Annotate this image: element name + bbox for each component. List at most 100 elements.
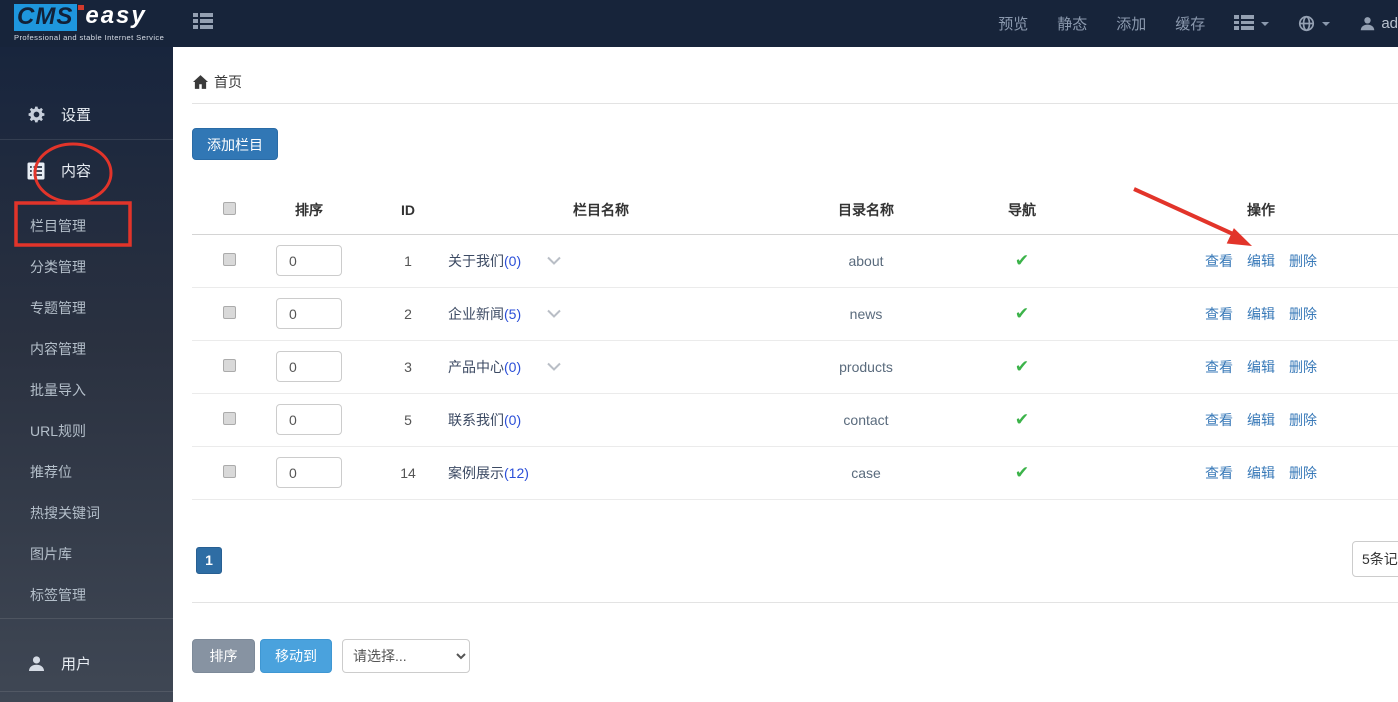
expand-chevron-down-icon[interactable] [547,309,561,318]
sidebar-item-label: URL规则 [30,422,87,439]
user-icon [1359,15,1376,32]
nav-item-4[interactable]: 缓存 [1175,13,1205,34]
sort-order-input[interactable] [276,298,342,329]
table-body: 1关于我们(0)about✔查看编辑删除2企业新闻(5)news✔查看编辑删除3… [192,234,1398,500]
view-link[interactable]: 查看 [1205,359,1233,375]
sidebar-item-14[interactable]: 用户 [0,643,173,684]
globe-icon [1298,15,1315,32]
column-count-link[interactable]: (5) [504,306,521,322]
language-dropdown[interactable] [1298,15,1331,32]
sidebar-item-label: 推荐位 [30,463,72,480]
expand-chevron-down-icon[interactable] [547,256,561,265]
column-name-link[interactable]: 产品中心 [448,357,504,377]
view-link[interactable]: 查看 [1205,306,1233,322]
sidebar-item-3[interactable]: 栏目管理 [0,205,173,246]
person-icon [26,654,46,674]
home-icon [193,75,208,89]
delete-link[interactable]: 删除 [1289,359,1317,375]
nav-item-1[interactable]: 预览 [998,13,1028,34]
sidebar-item-4[interactable]: 分类管理 [0,246,173,287]
sidebar-item-7[interactable]: 批量导入 [0,369,173,410]
row-checkbox[interactable] [223,305,236,319]
sidebar-item-8[interactable]: URL规则 [0,410,173,451]
row-checkbox[interactable] [223,358,236,372]
nav-check-icon: ✔ [1014,409,1030,429]
sidebar-item-11[interactable]: 图片库 [0,533,173,574]
sidebar-item-2[interactable]: 内容 [0,150,173,191]
column-id: 14 [351,446,431,500]
table-header-row: 排序 ID 栏目名称 目录名称 导航 操作 [192,187,1398,235]
user-account[interactable]: ad [1359,15,1398,32]
view-link[interactable]: 查看 [1205,253,1233,269]
view-link[interactable]: 查看 [1205,412,1233,428]
sort-button[interactable]: 排序 [192,638,255,673]
nav-check-icon: ✔ [1014,356,1030,376]
sidebar-item-9[interactable]: 推荐位 [0,451,173,492]
sidebar-item-label: 栏目管理 [30,217,86,234]
directory-name: about [771,234,961,288]
edit-link[interactable]: 编辑 [1247,306,1275,322]
table-row: 1 关于我们(0) about ✔ 查看编辑删除 [192,234,1398,288]
nav-item-2[interactable]: 静态 [1057,13,1087,34]
sort-order-input[interactable] [276,245,342,276]
column-name-link[interactable]: 关于我们 [448,251,504,271]
breadcrumb-home-label[interactable]: 首页 [214,72,242,92]
logo-easy-text: easy [85,2,147,29]
sort-order-input[interactable] [276,404,342,435]
column-count-link[interactable]: (12) [504,465,529,481]
view-link[interactable]: 查看 [1205,465,1233,481]
content-list-icon [26,161,46,181]
header-dir: 目录名称 [771,187,961,235]
add-column-button[interactable]: 添加栏目 [192,128,278,160]
list-icon [1234,15,1255,32]
row-checkbox[interactable] [223,464,236,478]
select-all-checkbox[interactable] [223,202,236,216]
directory-name: products [771,340,961,394]
directory-name: case [771,446,961,500]
sidebar-divider [0,139,173,140]
delete-link[interactable]: 删除 [1289,465,1317,481]
column-name-link[interactable]: 案例展示 [448,463,504,483]
table-row: 2 企业新闻(5) news ✔ 查看编辑删除 [192,287,1398,341]
delete-link[interactable]: 删除 [1289,306,1317,322]
edit-link[interactable]: 编辑 [1247,412,1275,428]
column-count-link[interactable]: (0) [504,253,521,269]
batch-actions-bar: 排序 移动到 请选择... [192,638,1398,673]
sidebar-item-label: 分类管理 [30,258,86,275]
nav-item-3[interactable]: 添加 [1116,13,1146,34]
column-count-link[interactable]: (0) [504,359,521,375]
sort-order-input[interactable] [276,457,342,488]
sort-order-input[interactable] [276,351,342,382]
header-sort: 排序 [267,187,351,235]
sidebar-toggle-icon[interactable] [193,13,213,31]
edit-link[interactable]: 编辑 [1247,465,1275,481]
list-dropdown[interactable] [1234,15,1270,32]
column-count-link[interactable]: (0) [504,412,521,428]
column-id: 5 [351,393,431,447]
edit-link[interactable]: 编辑 [1247,253,1275,269]
sidebar-item-5[interactable]: 专题管理 [0,287,173,328]
row-checkbox[interactable] [223,252,236,266]
nav-check-icon: ✔ [1014,462,1030,482]
edit-link[interactable]: 编辑 [1247,359,1275,375]
user-name-label: ad [1381,15,1398,32]
navbar-right-menu: 预览 静态 添加 缓存 ad [998,0,1398,47]
page-1-button[interactable]: 1 [196,546,222,574]
column-name-link[interactable]: 企业新闻 [448,304,504,324]
column-name-link[interactable]: 联系我们 [448,410,504,430]
sidebar-item-10[interactable]: 热搜关键词 [0,492,173,533]
move-to-button[interactable]: 移动到 [260,638,332,673]
sidebar-item-6[interactable]: 内容管理 [0,328,173,369]
sidebar-item-label: 批量导入 [30,381,86,398]
expand-chevron-down-icon[interactable] [547,362,561,371]
divider [192,103,1398,104]
sidebar-item-label: 专题管理 [30,299,86,316]
delete-link[interactable]: 删除 [1289,253,1317,269]
move-target-select[interactable]: 请选择... [342,638,470,673]
sidebar-item-0[interactable]: 设置 [0,94,173,135]
row-checkbox[interactable] [223,411,236,425]
header-nav: 导航 [961,187,1083,235]
cmseasy-logo: CMS easy Professional and stable Internet… [14,4,164,42]
sidebar-item-12[interactable]: 标签管理 [0,574,173,615]
delete-link[interactable]: 删除 [1289,412,1317,428]
